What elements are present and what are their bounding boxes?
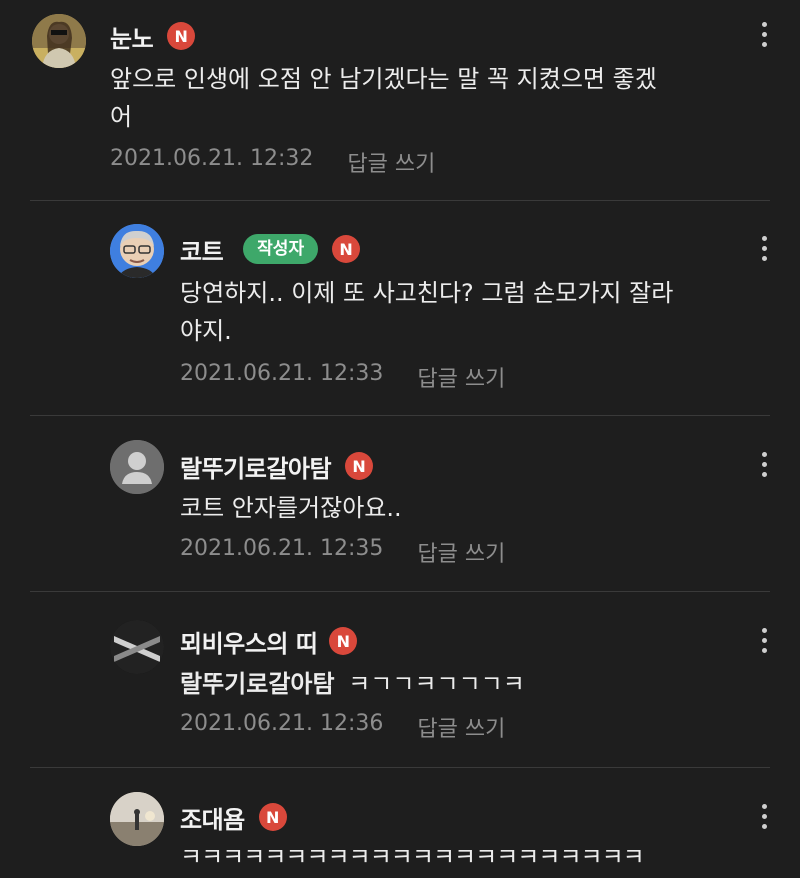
writer-badge: 작성자 — [243, 234, 319, 264]
author-name[interactable]: 코트 — [180, 232, 224, 267]
mention-tag[interactable]: 랄뚜기로갈아탐 — [180, 670, 335, 698]
comment-text: 당연하지.. 이제 또 사고친다? 그럼 손모가지 잘라 야지. — [180, 274, 673, 350]
comment-timestamp: 2021.06.21. 12:32 — [110, 146, 314, 171]
person-silhouette-icon — [110, 440, 164, 494]
comment-text: 앞으로 인생에 오점 안 남기겠다는 말 꼭 지켰으면 좋겠 어 — [110, 60, 657, 136]
new-badge: N — [167, 22, 196, 50]
comment-item: 랄뚜기로갈아탐 N 코트 안자를거잖아요.. 2021.06.21. 12:35… — [0, 416, 800, 592]
avatar[interactable] — [32, 14, 86, 68]
avatar[interactable] — [110, 224, 164, 278]
new-badge: N — [329, 627, 358, 655]
author-name[interactable]: 조대욤 — [180, 800, 245, 835]
comment-timestamp: 2021.06.21. 12:33 — [180, 361, 384, 386]
more-options-button[interactable] — [754, 446, 774, 482]
reply-button[interactable]: 답글 쓰기 — [417, 361, 505, 393]
author-name[interactable]: 뫼비우스의 띠 — [180, 624, 318, 659]
comment-text-line: 앞으로 인생에 오점 안 남기겠다는 말 꼭 지켰으면 좋겠 — [110, 65, 657, 93]
avatar[interactable] — [110, 440, 164, 494]
comment-text: ㅋㅋㅋㅋㅋㅋㅋㅋㅋㅋㅋㅋㅋㅋㅋㅋㅋㅋㅋㅋㅋㅋ — [180, 843, 645, 871]
comment-item: 조대욤 N ㅋㅋㅋㅋㅋㅋㅋㅋㅋㅋㅋㅋㅋㅋㅋㅋㅋㅋㅋㅋㅋㅋ — [0, 768, 800, 878]
avatar[interactable] — [110, 620, 164, 674]
author-name[interactable]: 눈노 — [110, 19, 154, 54]
comment-timestamp: 2021.06.21. 12:35 — [180, 536, 384, 561]
comment-text: 코트 안자를거잖아요.. — [180, 494, 402, 522]
comment-text-line: 어 — [110, 103, 133, 131]
reply-button[interactable]: 답글 쓰기 — [347, 146, 435, 178]
avatar[interactable] — [110, 792, 164, 846]
avatar-cartoon-icon — [110, 224, 164, 278]
reply-button[interactable]: 답글 쓰기 — [417, 711, 505, 743]
comment-text: 랄뚜기로갈아탐 ㅋㄱㄱㅋㄱㄱㄱㅋ — [180, 665, 525, 703]
comment-item: 뫼비우스의 띠 N 랄뚜기로갈아탐 ㅋㄱㄱㅋㄱㄱㄱㅋ 2021.06.21. 1… — [0, 592, 800, 768]
avatar-photo-icon — [110, 792, 164, 846]
reply-button[interactable]: 답글 쓰기 — [417, 536, 505, 568]
new-badge: N — [345, 452, 374, 480]
more-options-button[interactable] — [754, 798, 774, 834]
comment-item: 코트 작성자 N 당연하지.. 이제 또 사고친다? 그럼 손모가지 잘라 야지… — [0, 200, 800, 416]
more-options-button[interactable] — [754, 230, 774, 266]
avatar-photo-icon — [32, 14, 86, 68]
more-options-button[interactable] — [754, 16, 774, 52]
new-badge: N — [258, 803, 287, 831]
comment-item: 눈노 N 앞으로 인생에 오점 안 남기겠다는 말 꼭 지켰으면 좋겠 어 20… — [0, 0, 800, 201]
comment-text-line: 당연하지.. 이제 또 사고친다? 그럼 손모가지 잘라 — [180, 279, 674, 307]
mobius-strip-icon — [110, 620, 164, 674]
comment-timestamp: 2021.06.21. 12:36 — [180, 711, 384, 736]
comment-text-body: ㅋㄱㄱㅋㄱㄱㄱㅋ — [348, 670, 525, 698]
new-badge: N — [332, 235, 361, 263]
more-options-button[interactable] — [754, 622, 774, 658]
author-name[interactable]: 랄뚜기로갈아탐 — [180, 449, 332, 484]
comment-text-line: 야지. — [180, 317, 232, 345]
